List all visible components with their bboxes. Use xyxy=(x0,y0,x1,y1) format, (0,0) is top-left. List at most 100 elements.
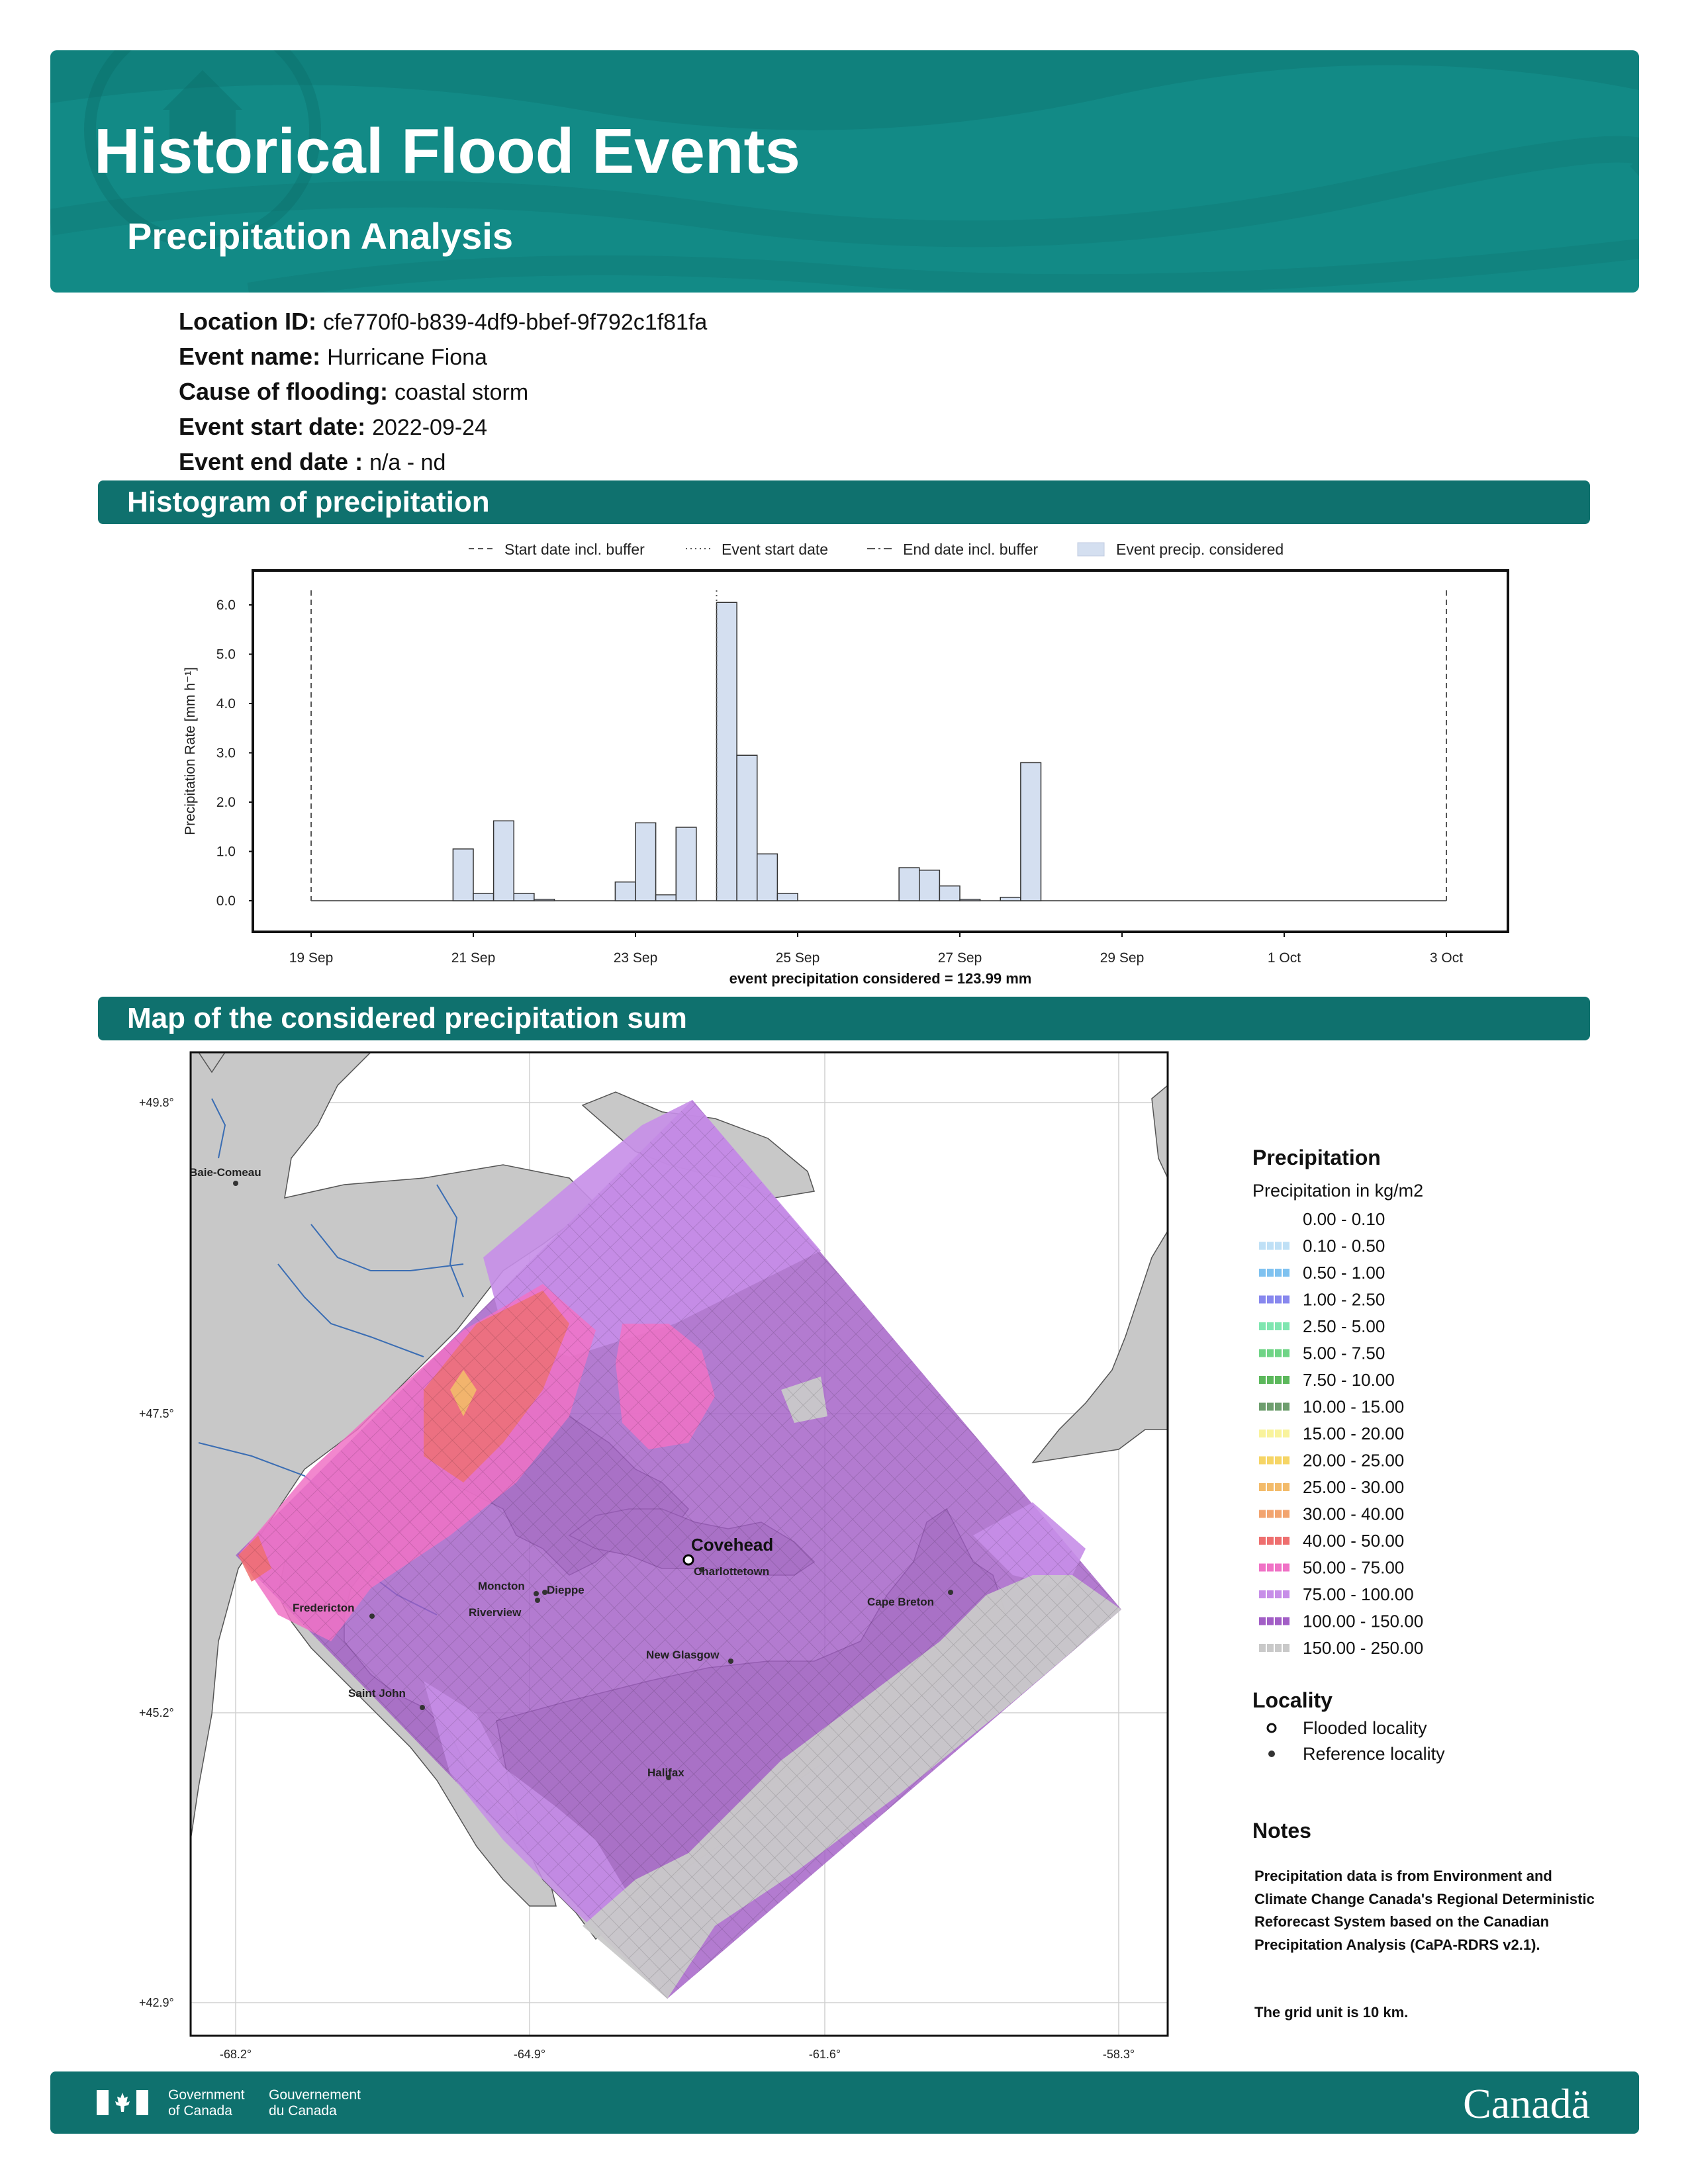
histogram-bar xyxy=(898,867,920,901)
legend-swatch xyxy=(1283,1430,1289,1437)
legend-swatch xyxy=(1283,1295,1289,1304)
lon-label: -68.2° xyxy=(220,2048,252,2061)
y-axis-ticks: 0.0 1.0 2.0 3.0 4.0 5.0 6.0 xyxy=(216,598,253,909)
legend-swatch xyxy=(1283,1215,1289,1223)
legend-swatch xyxy=(1275,1563,1282,1572)
place-dieppe: Dieppe xyxy=(547,1584,585,1596)
legend-swatch xyxy=(1259,1269,1266,1277)
x-tick-label: 25 Sep xyxy=(776,950,820,966)
event-details: Location ID: cfe770f0-b839-4df9-bbef-9f79… xyxy=(179,304,707,480)
x-tick-label: 19 Sep xyxy=(289,950,334,966)
histogram-bar xyxy=(473,893,494,901)
legend-swatch xyxy=(1259,1376,1266,1384)
end-date-value: n/a - nd xyxy=(369,450,446,475)
precip-sum-annotation: event precipitation considered = 123.99 … xyxy=(729,970,1032,987)
place-moncton: Moncton xyxy=(478,1580,525,1592)
legend-swatch xyxy=(1259,1242,1266,1250)
locality-flooded: Flooded locality xyxy=(1303,1718,1427,1738)
end-date-row: Event end date : n/a - nd xyxy=(179,445,707,480)
legend-class-label: 7.50 - 10.00 xyxy=(1303,1370,1395,1390)
legend-swatch xyxy=(1267,1537,1274,1545)
legend-class-label: 15.00 - 20.00 xyxy=(1303,1424,1404,1443)
legend-swatch xyxy=(1275,1617,1282,1625)
page-subtitle: Precipitation Analysis xyxy=(127,215,513,257)
legend-end-buffer: End date incl. buffer xyxy=(903,541,1038,558)
legend-class-label: 100.00 - 150.00 xyxy=(1303,1612,1423,1631)
legend-swatch xyxy=(1267,1644,1274,1652)
cause-row: Cause of flooding: coastal storm xyxy=(179,375,707,410)
legend-swatch xyxy=(1283,1644,1289,1652)
histogram-bar xyxy=(757,853,778,901)
y-tick-label: 0.0 xyxy=(216,893,236,909)
location-id-row: Location ID: cfe770f0-b839-4df9-bbef-9f79… xyxy=(179,304,707,340)
legend-swatch xyxy=(1283,1456,1289,1465)
legend-swatch xyxy=(1259,1617,1266,1625)
locality-title: Locality xyxy=(1252,1688,1333,1712)
legend-swatch xyxy=(1267,1322,1274,1330)
histogram-bar xyxy=(513,893,535,901)
legend-swatch xyxy=(1283,1376,1289,1384)
start-date-label: Event start date: xyxy=(179,413,366,440)
lon-label: -58.3° xyxy=(1103,2048,1135,2061)
notes-title: Notes xyxy=(1252,1819,1311,1843)
place-riverview: Riverview xyxy=(469,1606,522,1619)
legend-swatch xyxy=(1275,1322,1282,1330)
y-tick-label: 1.0 xyxy=(216,844,236,860)
event-name-value: Hurricane Fiona xyxy=(327,345,487,370)
x-tick-label: 21 Sep xyxy=(451,950,496,966)
x-tick-label: 23 Sep xyxy=(614,950,658,966)
legend-swatch xyxy=(1267,1402,1274,1411)
histogram-bar xyxy=(1000,897,1021,901)
legend-class-label: 0.00 - 0.10 xyxy=(1303,1209,1385,1229)
legend-class-label: 25.00 - 30.00 xyxy=(1303,1477,1404,1497)
legend-swatch xyxy=(1275,1590,1282,1598)
locality-reference: Reference locality xyxy=(1303,1744,1445,1764)
legend-swatch xyxy=(1283,1242,1289,1250)
legend-subtitle: Precipitation in kg/m2 xyxy=(1252,1181,1423,1201)
canada-flag-icon xyxy=(97,2090,148,2115)
gov-en: Government of Canada xyxy=(168,2087,245,2119)
gov-fr-line1: Gouvernement xyxy=(269,2087,361,2103)
histogram-bar xyxy=(939,885,961,901)
legend-swatch xyxy=(1267,1269,1274,1277)
end-date-label: Event end date : xyxy=(179,448,363,475)
legend-swatch xyxy=(1259,1349,1266,1357)
legend-class-label: 20.00 - 25.00 xyxy=(1303,1451,1404,1471)
histogram-bar xyxy=(736,754,758,901)
x-tick-label: 27 Sep xyxy=(938,950,982,966)
histogram-bar xyxy=(675,827,697,901)
gov-en-line1: Government xyxy=(168,2087,245,2103)
place-new-glasgow: New Glasgow xyxy=(646,1649,720,1661)
place-cape-breton: Cape Breton xyxy=(867,1596,934,1608)
place-saint-john: Saint John xyxy=(348,1687,406,1700)
histogram-bar xyxy=(534,899,555,901)
legend-class-label: 0.10 - 0.50 xyxy=(1303,1236,1385,1256)
event-name-row: Event name: Hurricane Fiona xyxy=(179,340,707,375)
notes-text: Precipitation data is from Environment a… xyxy=(1254,1868,1595,1953)
legend-swatch xyxy=(1275,1376,1282,1384)
legend-swatch xyxy=(1259,1402,1266,1411)
start-date-row: Event start date: 2022-09-24 xyxy=(179,410,707,445)
lon-label: -61.6° xyxy=(809,2048,841,2061)
legend-swatch xyxy=(1267,1215,1274,1223)
cause-label: Cause of flooding: xyxy=(179,378,388,405)
y-tick-label: 3.0 xyxy=(216,746,236,761)
lat-label: +42.9° xyxy=(139,1996,174,2009)
notes-grid-unit: The grid unit is 10 km. xyxy=(1254,2004,1409,2021)
legend-swatch xyxy=(1275,1644,1282,1652)
histogram-bar xyxy=(614,881,636,901)
canada-wordmark: Canadä xyxy=(1463,2080,1590,2127)
x-axis-ticks: 19 Sep 21 Sep 23 Sep 25 Sep 27 Sep 29 Sep 1 Oc… xyxy=(289,932,1463,966)
legend-swatch xyxy=(1259,1215,1266,1223)
legend-swatch xyxy=(1259,1322,1266,1330)
lat-label: +49.8° xyxy=(139,1096,174,1109)
legend-classes: 0.00 - 0.10 0.10 - 0.50 0.50 - 1.00 1.00 - … xyxy=(1259,1209,1423,1658)
legend-event-precip: Event precip. considered xyxy=(1116,541,1284,558)
legend-swatch xyxy=(1283,1537,1289,1545)
location-id-label: Location ID: xyxy=(179,308,316,335)
legend-class-label: 50.00 - 75.00 xyxy=(1303,1558,1404,1578)
histogram-bar xyxy=(919,870,941,901)
legend-start-buffer: Start date incl. buffer xyxy=(504,541,645,558)
legend-swatch xyxy=(1267,1590,1274,1598)
x-tick-label: 1 Oct xyxy=(1268,950,1301,966)
